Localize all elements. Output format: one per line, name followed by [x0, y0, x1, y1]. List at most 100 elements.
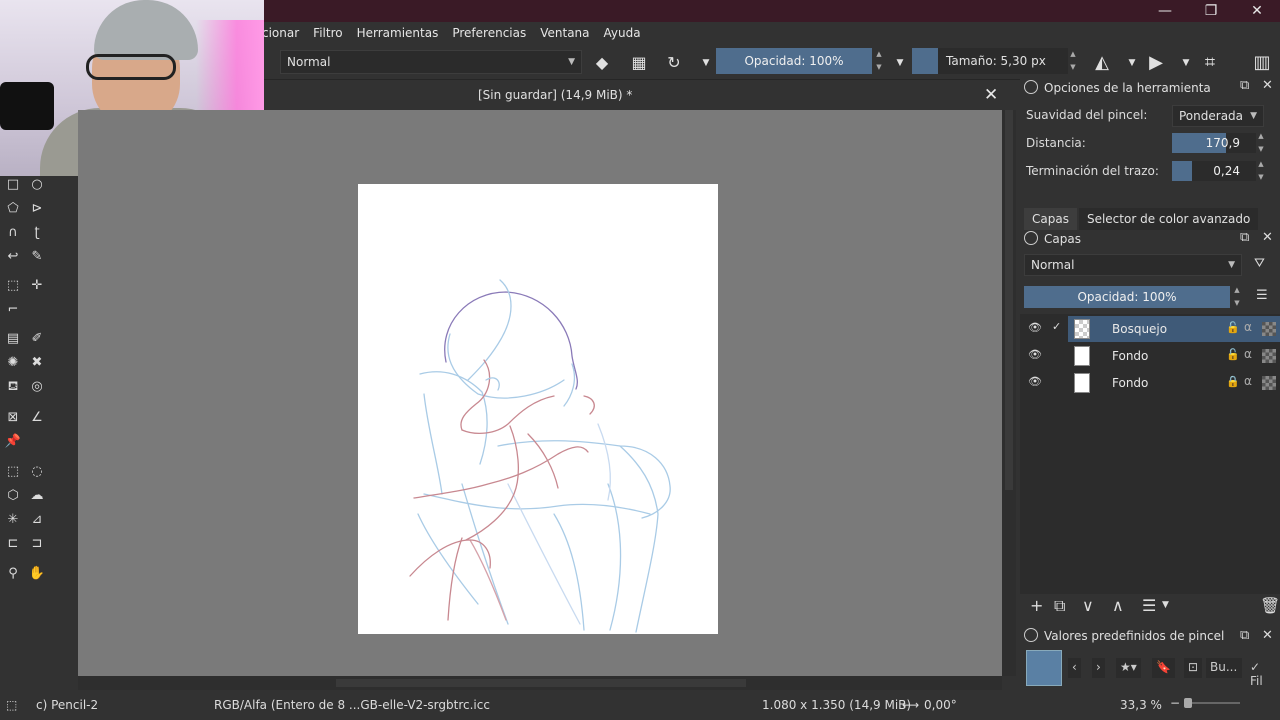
ellipse-select-icon[interactable]: ◌	[28, 463, 46, 481]
pan-tool-icon[interactable]: ✋	[28, 565, 46, 583]
enclose-fill-icon[interactable]: ◎	[28, 378, 46, 396]
reload-preset-icon[interactable]: ↻	[664, 53, 684, 73]
menu-preferences[interactable]: Preferencias	[445, 22, 533, 44]
mirror-horizontal-icon[interactable]: ◭	[1092, 53, 1112, 73]
size-slider[interactable]: Tamaño: 5,30 px	[938, 48, 1068, 74]
delete-layer-icon[interactable]: 🗑	[1260, 596, 1280, 615]
lock-panel-icon[interactable]	[1024, 80, 1038, 94]
filter-checkbox[interactable]: ✓ Fil	[1246, 658, 1280, 688]
polyline-tool-icon[interactable]: ⊳	[28, 200, 46, 218]
float-panel-icon[interactable]: ⧉	[1240, 628, 1249, 643]
add-layer-icon[interactable]: +	[1030, 596, 1043, 615]
ellipse-tool-icon[interactable]: ○	[28, 176, 46, 194]
layer-properties-icon[interactable]: ☰	[1142, 596, 1156, 615]
contiguous-select-icon[interactable]: ✳	[4, 511, 22, 529]
smoothing-select[interactable]: Ponderada ▼	[1172, 105, 1264, 127]
document-tab[interactable]: [Sin guardar] (14,9 MiB) * ✕	[264, 80, 1008, 110]
menu-help[interactable]: Ayuda	[597, 22, 648, 44]
menu-window[interactable]: Ventana	[533, 22, 596, 44]
opacity-spinner[interactable]: ▲ ▼	[874, 48, 884, 74]
layer-opacity-slider[interactable]: Opacidad: 100%	[1024, 286, 1230, 308]
blend-mode-select[interactable]: Normal ▼	[280, 50, 582, 74]
float-panel-icon[interactable]: ⧉	[1240, 230, 1249, 245]
eye-icon[interactable]: 👁	[1028, 348, 1042, 362]
opacity-slider[interactable]: Opacidad: 100%	[716, 48, 872, 74]
inherit-alpha-icon[interactable]	[1262, 376, 1276, 390]
move-tool-icon[interactable]: ✛	[28, 277, 46, 295]
stroke-end-slider[interactable]: 0,24	[1172, 161, 1256, 181]
smart-patch-icon[interactable]: ✺	[4, 354, 22, 372]
canvas-paper[interactable]	[358, 184, 718, 634]
close-document-icon[interactable]: ✕	[984, 85, 998, 105]
multibrush-tool-icon[interactable]: ✎	[28, 248, 46, 266]
tab-layers[interactable]: Capas	[1024, 208, 1077, 230]
reference-tool-icon[interactable]: 📌	[4, 433, 22, 451]
freehand-select-icon[interactable]: ☁	[28, 487, 46, 505]
inherit-alpha-icon[interactable]	[1262, 322, 1276, 336]
brush-search-input[interactable]: Bu...	[1206, 658, 1242, 678]
panel-layout-icon[interactable]: ▥	[1252, 53, 1272, 73]
lock-icon[interactable]: 🔒	[1226, 375, 1240, 388]
lock-panel-icon[interactable]	[1024, 231, 1038, 245]
filter-icon[interactable]: ⛛	[1254, 256, 1265, 271]
zoom-tool-icon[interactable]: ⚲	[4, 565, 22, 583]
assistant-icon[interactable]: ⊠	[4, 409, 22, 427]
favorite-icon[interactable]: ★▾	[1116, 658, 1141, 678]
eraser-icon[interactable]: ◆	[592, 53, 612, 73]
close-panel-icon[interactable]: ✕	[1262, 78, 1273, 93]
close-panel-icon[interactable]: ✕	[1262, 628, 1273, 643]
save-icon[interactable]: ⊡	[1184, 658, 1203, 678]
layer-opacity-spinner[interactable]: ▲ ▼	[1232, 284, 1242, 310]
alpha-icon[interactable]: α	[1244, 374, 1252, 388]
fill-tool-icon[interactable]: ⛾	[4, 378, 22, 396]
distance-spinner[interactable]: ▲ ▼	[1256, 130, 1266, 156]
crop-tool-icon[interactable]: ⌐	[4, 301, 22, 319]
color-picker-icon[interactable]: ✐	[28, 330, 46, 348]
layer-row[interactable]: 👁 Fondo 🔓 α	[1020, 343, 1280, 369]
similar-select-icon[interactable]: ⊿	[28, 511, 46, 529]
unlock-icon[interactable]: 🔓	[1226, 321, 1240, 334]
chevron-down-icon[interactable]: ▼	[1122, 53, 1142, 73]
layer-row[interactable]: 👁 ✓ Bosquejo 🔓 α	[1020, 316, 1280, 342]
layer-name[interactable]: Bosquejo	[1112, 322, 1167, 336]
dynamic-brush-tool-icon[interactable]: ↩	[4, 248, 22, 266]
rect-select-icon[interactable]: ⬚	[4, 463, 22, 481]
eye-icon[interactable]: 👁	[1028, 375, 1042, 389]
rotation-icon[interactable]: ⟷	[902, 698, 919, 712]
close-button[interactable]: ✕	[1234, 0, 1280, 22]
zoom-slider-handle[interactable]	[1184, 698, 1192, 708]
transform-tool-icon[interactable]: ⬚	[4, 277, 22, 295]
bezier-select-icon[interactable]: ⊏	[4, 535, 22, 553]
zoom-slider[interactable]: −	[1170, 696, 1250, 710]
bezier-tool-icon[interactable]: ∩	[4, 224, 22, 242]
polygon-tool-icon[interactable]: ⬠	[4, 200, 22, 218]
lock-panel-icon[interactable]	[1024, 628, 1038, 642]
menu-filter[interactable]: Filtro	[306, 22, 349, 44]
scrollbar-thumb[interactable]	[1005, 110, 1013, 490]
bookmark-icon[interactable]: 🔖	[1152, 658, 1175, 678]
unlock-icon[interactable]: 🔓	[1226, 348, 1240, 361]
minimize-button[interactable]: —	[1142, 0, 1188, 22]
float-panel-icon[interactable]: ⧉	[1240, 78, 1249, 93]
eye-icon[interactable]: 👁	[1028, 321, 1042, 335]
polygon-select-icon[interactable]: ⬡	[4, 487, 22, 505]
gradient-tool-icon[interactable]: ▤	[4, 330, 22, 348]
layer-name[interactable]: Fondo	[1112, 376, 1148, 390]
restore-button[interactable]: ❐	[1188, 0, 1234, 22]
magnetic-select-icon[interactable]: ⊐	[28, 535, 46, 553]
layer-name[interactable]: Fondo	[1112, 349, 1148, 363]
chevron-left-icon[interactable]: ‹	[1068, 658, 1081, 678]
tab-advanced-color-selector[interactable]: Selector de color avanzado	[1078, 208, 1259, 230]
wrap-around-icon[interactable]: ⌗	[1200, 53, 1220, 73]
mirror-vertical-icon[interactable]: ▶	[1146, 53, 1166, 73]
rectangle-tool-icon[interactable]: □	[4, 176, 22, 194]
alpha-icon[interactable]: α	[1244, 320, 1252, 334]
move-down-icon[interactable]: ∨	[1082, 596, 1094, 615]
menu-tools[interactable]: Herramientas	[350, 22, 446, 44]
layer-row[interactable]: 👁 Fondo 🔒 α	[1020, 370, 1280, 396]
alpha-lock-icon[interactable]: ▦	[629, 53, 649, 73]
checkmark-icon[interactable]: ✓	[1052, 320, 1061, 333]
vertical-scrollbar[interactable]	[1002, 110, 1016, 676]
layer-blend-select[interactable]: Normal ▼	[1024, 254, 1242, 276]
chevron-right-icon[interactable]: ›	[1092, 658, 1105, 678]
